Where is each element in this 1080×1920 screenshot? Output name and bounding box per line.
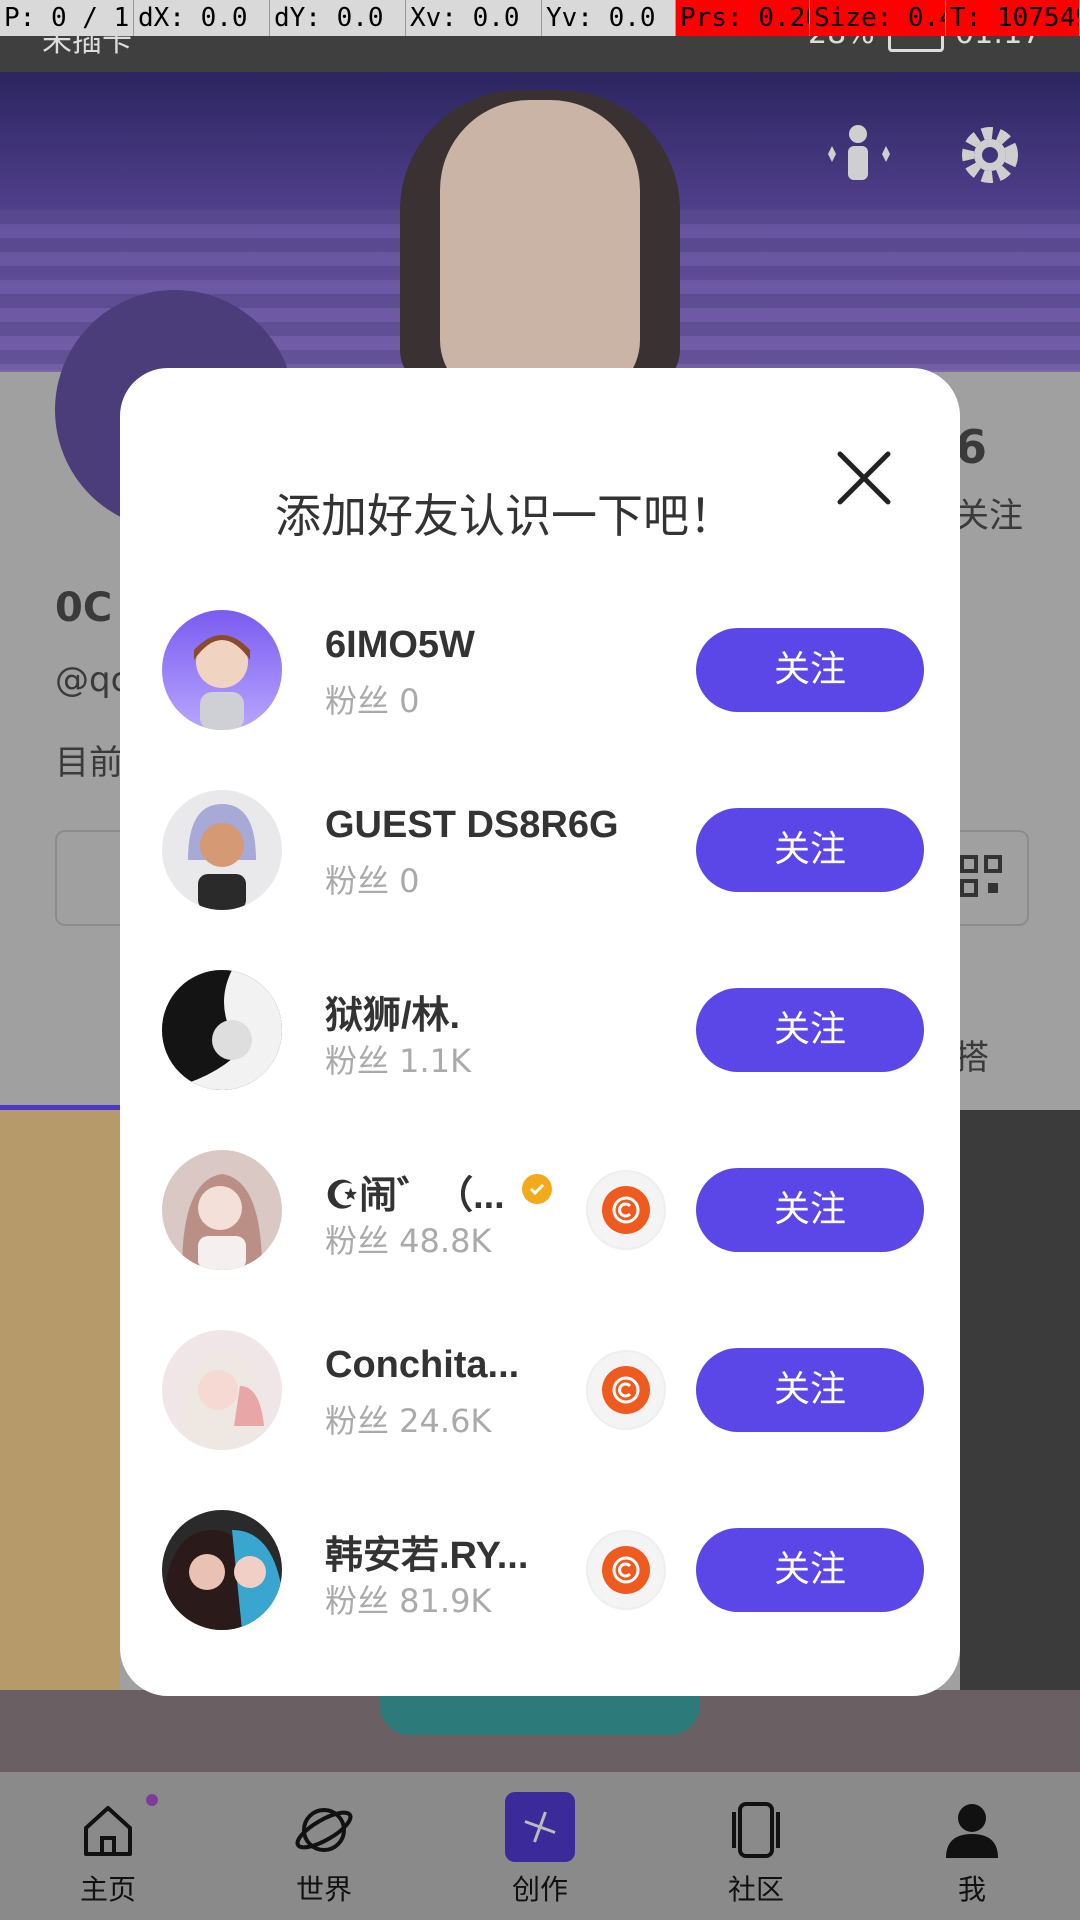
user-row[interactable]: 6IMO5W 粉丝 0 关注 (120, 588, 960, 730)
user-name: GUEST DS8R6G (325, 804, 619, 846)
user-fans: 粉丝 24.6K (325, 1402, 492, 1440)
user-name: 6IMO5W (325, 624, 475, 666)
nav-world[interactable]: 世界 (216, 1772, 432, 1920)
creator-badge[interactable] (586, 1350, 666, 1430)
creator-badge[interactable] (586, 1170, 666, 1250)
bottom-nav: 主页 世界 创作 社区 我 (0, 1772, 1080, 1920)
pointer-debug-bar: P: 0 / 1 dX: 0.0 dY: 0.0 Xv: 0.0 Yv: 0.0… (0, 0, 1080, 36)
user-avatar[interactable] (162, 790, 282, 910)
user-row[interactable]: Conchita... 粉丝 24.6K 关注 (120, 1308, 960, 1450)
debug-yv: Yv: 0.0 (542, 0, 676, 36)
nav-me[interactable]: 我 (864, 1772, 1080, 1920)
user-avatar[interactable] (162, 1510, 282, 1630)
nav-label: 我 (957, 1873, 986, 1906)
follow-button[interactable]: 关注 (696, 1168, 924, 1252)
debug-dx: dX: 0.0 (134, 0, 270, 36)
content-thumbnail-right[interactable] (960, 1110, 1080, 1690)
debug-xv: Xv: 0.0 (406, 0, 542, 36)
nav-label: 社区 (727, 1873, 784, 1906)
follow-button[interactable]: 关注 (696, 808, 924, 892)
user-fans: 粉丝 81.9K (325, 1582, 492, 1620)
debug-pressure: Prs: 0.20 (676, 0, 810, 36)
follow-button[interactable]: 关注 (696, 1528, 924, 1612)
add-friends-modal: 添加好友认识一下吧！ 6IMO5W 粉丝 0 关注 GUEST DS8R6G 粉… (120, 368, 960, 1696)
nav-home[interactable]: 主页 (0, 1772, 216, 1920)
nav-label: 世界 (295, 1873, 352, 1906)
creator-c-icon (602, 1546, 650, 1594)
user-row[interactable]: 韩安若.RY... 粉丝 81.9K 关注 (120, 1488, 960, 1630)
user-avatar[interactable] (162, 1150, 282, 1270)
user-name: ☪闹゛（... (325, 1175, 505, 1217)
nav-create[interactable]: 创作 (432, 1772, 648, 1920)
user-avatar[interactable] (162, 970, 282, 1090)
debug-time: T: 107549 (946, 0, 1080, 36)
create-plus-icon (505, 1792, 575, 1862)
nav-label: 创作 (511, 1873, 568, 1906)
follow-button[interactable]: 关注 (696, 988, 924, 1072)
debug-size: Size: 0.40 (810, 0, 946, 36)
community-cards-icon (724, 1798, 788, 1862)
user-fans: 粉丝 48.8K (325, 1222, 492, 1260)
user-row[interactable]: GUEST DS8R6G 粉丝 0 关注 (120, 768, 960, 910)
user-name: 狱狮/林. (325, 995, 461, 1037)
follow-button[interactable]: 关注 (696, 1348, 924, 1432)
verified-badge-icon (522, 1174, 552, 1204)
follow-button[interactable]: 关注 (696, 628, 924, 712)
profile-name: 0C (55, 585, 113, 631)
planet-icon (292, 1798, 356, 1862)
avatar-sparkle-icon[interactable] (820, 118, 896, 211)
person-icon (940, 1798, 1004, 1862)
creator-c-icon (602, 1366, 650, 1414)
user-row[interactable]: ☪闹゛（... 粉丝 48.8K 关注 (120, 1128, 960, 1270)
notification-dot (146, 1794, 158, 1806)
stats-follow-label: 关注 (955, 496, 1023, 536)
user-avatar[interactable] (162, 1330, 282, 1450)
modal-title: 添加好友认识一下吧！ (275, 489, 735, 543)
creator-badge[interactable] (586, 1530, 666, 1610)
tab-partial[interactable]: 搭 (955, 1030, 989, 1079)
nav-community[interactable]: 社区 (648, 1772, 864, 1920)
qr-code-icon[interactable] (960, 855, 1002, 901)
content-thumbnail-left[interactable] (0, 1110, 120, 1690)
user-name: Conchita... (325, 1344, 520, 1386)
profile-bio: 目前 (55, 743, 123, 783)
create-tooltip (380, 1690, 700, 1735)
user-fans: 粉丝 0 (325, 682, 420, 720)
debug-pointer: P: 0 / 1 (0, 0, 134, 36)
user-row[interactable]: 狱狮/林. 粉丝 1.1K 关注 (120, 948, 960, 1090)
home-icon (76, 1798, 140, 1862)
creator-c-icon (602, 1186, 650, 1234)
user-avatar[interactable] (162, 610, 282, 730)
debug-dy: dY: 0.0 (270, 0, 406, 36)
user-fans: 粉丝 0 (325, 862, 420, 900)
settings-gear-icon[interactable] (955, 120, 1025, 207)
user-fans: 粉丝 1.1K (325, 1042, 472, 1080)
profile-handle: @qc (55, 660, 130, 700)
avatar-3d-face (440, 100, 640, 400)
close-button[interactable] (832, 446, 896, 510)
user-name: 韩安若.RY... (325, 1535, 529, 1577)
nav-label: 主页 (79, 1873, 136, 1906)
close-icon (837, 451, 891, 505)
